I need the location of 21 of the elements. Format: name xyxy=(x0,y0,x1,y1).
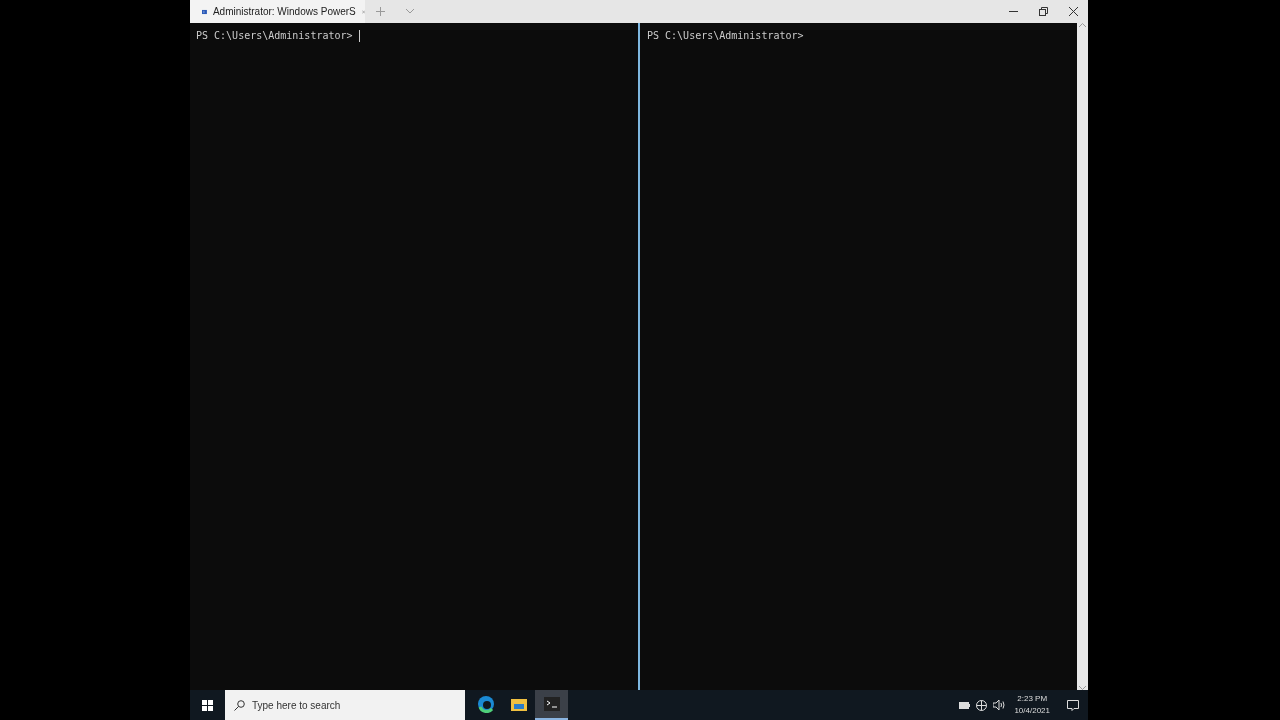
globe-icon[interactable] xyxy=(976,699,988,711)
terminal-tab[interactable]: Administrator: Windows PowerS xyxy=(190,0,365,23)
battery-icon[interactable] xyxy=(959,701,971,709)
browser-icon xyxy=(476,695,495,713)
search-field[interactable]: Type here to search xyxy=(225,690,465,720)
terminal-icon xyxy=(543,697,560,711)
search-icon xyxy=(234,700,245,711)
notification-icon[interactable] xyxy=(1067,699,1079,711)
restore-icon[interactable] xyxy=(1038,7,1048,16)
taskbar-clock[interactable]: 2:23 PM 10/4/2021 xyxy=(1006,693,1058,717)
clock-time: 2:23 PM xyxy=(1017,693,1048,705)
tab-title: Administrator: Windows PowerS xyxy=(212,6,356,17)
speaker-icon[interactable] xyxy=(993,700,1007,710)
taskbar-app[interactable] xyxy=(535,690,568,720)
folder-icon xyxy=(510,697,527,711)
windows-logo-icon[interactable] xyxy=(202,699,213,711)
clock-date: 10/4/2021 xyxy=(1014,705,1050,717)
minimize-icon[interactable] xyxy=(1008,11,1018,12)
terminal-prompt: PS C:\Users\Administrator> xyxy=(647,30,804,41)
close-icon[interactable] xyxy=(1068,7,1078,16)
terminal-prompt: PS C:\Users\Administrator> xyxy=(196,30,353,41)
